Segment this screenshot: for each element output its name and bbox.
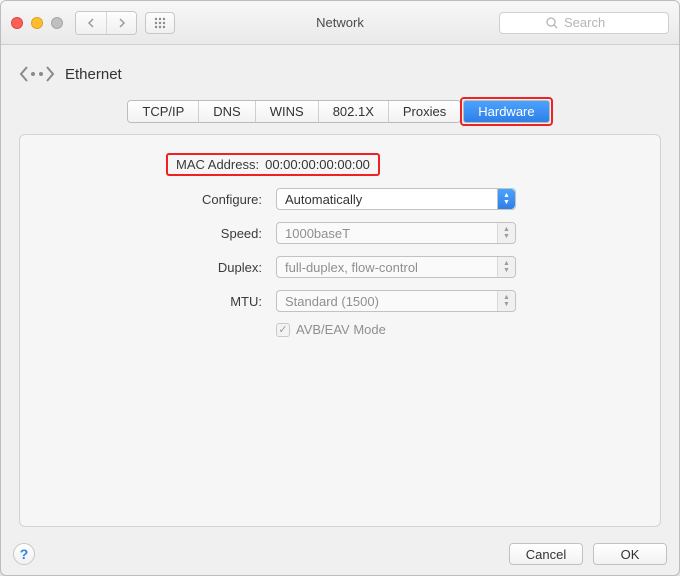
tab-wins[interactable]: WINS xyxy=(255,101,318,122)
titlebar: Network xyxy=(1,1,679,45)
help-button[interactable]: ? xyxy=(13,543,35,565)
zoom-window-button xyxy=(51,17,63,29)
chevron-right-icon xyxy=(118,18,126,28)
content-area: Ethernet TCP/IP DNS WINS 802.1X Proxies … xyxy=(1,45,679,539)
configure-value: Automatically xyxy=(277,192,497,207)
search-field[interactable] xyxy=(499,12,669,34)
forward-button[interactable] xyxy=(106,12,136,34)
grid-icon xyxy=(154,17,166,29)
mac-address-label: MAC Address: xyxy=(176,157,265,172)
avb-mode-label: AVB/EAV Mode xyxy=(296,322,386,337)
mtu-value: Standard (1500) xyxy=(277,294,497,309)
footer: ? Cancel OK xyxy=(1,539,679,575)
duplex-value: full-duplex, flow-control xyxy=(277,260,497,275)
speed-value: 1000baseT xyxy=(277,226,497,241)
stepper-arrows-icon: ▲▼ xyxy=(497,291,515,311)
mac-address-value: 00:00:00:00:00:00 xyxy=(265,157,370,172)
tab-proxies[interactable]: Proxies xyxy=(388,101,460,122)
preferences-window: Network Ethernet TCP/IP DNS xyxy=(0,0,680,576)
hardware-form: MAC Address: 00:00:00:00:00:00 Configure… xyxy=(36,153,644,337)
avb-mode-checkbox: ✓ xyxy=(276,323,290,337)
ok-button[interactable]: OK xyxy=(593,543,667,565)
connection-header: Ethernet xyxy=(19,59,661,89)
tab-8021x[interactable]: 802.1X xyxy=(318,101,388,122)
traffic-lights xyxy=(11,17,63,29)
minimize-window-button[interactable] xyxy=(31,17,43,29)
speed-label: Speed: xyxy=(36,226,266,241)
close-window-button[interactable] xyxy=(11,17,23,29)
tab-tcpip[interactable]: TCP/IP xyxy=(128,101,198,122)
stepper-arrows-icon: ▲▼ xyxy=(497,257,515,277)
search-input[interactable] xyxy=(562,14,622,31)
tabs-group: TCP/IP DNS WINS 802.1X Proxies xyxy=(127,100,461,123)
ethernet-icon xyxy=(19,59,55,89)
connection-name: Ethernet xyxy=(65,66,122,83)
cancel-button[interactable]: Cancel xyxy=(509,543,583,565)
configure-select[interactable]: Automatically ▲▼ xyxy=(276,188,516,210)
search-icon xyxy=(546,17,558,29)
mac-address-highlight: MAC Address: 00:00:00:00:00:00 xyxy=(166,153,380,176)
mtu-label: MTU: xyxy=(36,294,266,309)
speed-select: 1000baseT ▲▼ xyxy=(276,222,516,244)
tab-hardware[interactable]: Hardware xyxy=(464,101,548,122)
stepper-arrows-icon: ▲▼ xyxy=(497,189,515,209)
tab-dns[interactable]: DNS xyxy=(198,101,254,122)
configure-label: Configure: xyxy=(36,192,266,207)
duplex-label: Duplex: xyxy=(36,260,266,275)
show-all-button[interactable] xyxy=(145,12,175,34)
mtu-select: Standard (1500) ▲▼ xyxy=(276,290,516,312)
tab-row: TCP/IP DNS WINS 802.1X Proxies Hardware xyxy=(19,97,661,126)
duplex-select: full-duplex, flow-control ▲▼ xyxy=(276,256,516,278)
avb-mode-row: ✓ AVB/EAV Mode xyxy=(276,322,516,337)
hardware-panel: MAC Address: 00:00:00:00:00:00 Configure… xyxy=(19,134,661,527)
back-button[interactable] xyxy=(76,12,106,34)
chevron-left-icon xyxy=(87,18,95,28)
nav-back-forward xyxy=(75,11,137,35)
tab-hardware-highlight: Hardware xyxy=(460,97,552,126)
stepper-arrows-icon: ▲▼ xyxy=(497,223,515,243)
